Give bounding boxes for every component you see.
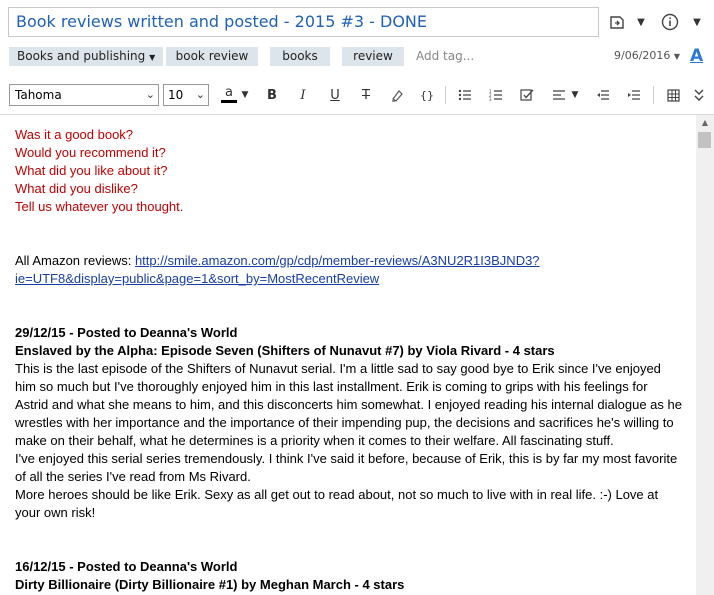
review-text-line: of all the series I've read from Ms Riva… xyxy=(15,469,251,484)
code-button[interactable]: {} xyxy=(418,86,436,104)
question-line: What did you like about it? xyxy=(15,163,168,178)
review-text-line: make on their behalf, what he determines… xyxy=(15,433,614,448)
chevron-down-icon: ▼ xyxy=(673,52,681,61)
scroll-thumb[interactable] xyxy=(698,132,711,148)
outdent-icon[interactable] xyxy=(594,86,612,104)
text-color-button[interactable]: a xyxy=(220,86,238,104)
font-family-value: Tahoma xyxy=(15,88,62,102)
chevron-down-icon: ⌄ xyxy=(195,88,205,101)
strikethrough-button[interactable]: T xyxy=(358,86,374,104)
amazon-label: All Amazon reviews: xyxy=(15,253,135,268)
svg-text:3: 3 xyxy=(489,97,492,101)
amazon-link-continued[interactable]: ie=UTF8&display=public&page=1&sort_by=Mo… xyxy=(15,271,379,286)
add-tag-input[interactable]: Add tag... xyxy=(416,49,474,63)
toolbar-divider xyxy=(653,86,654,104)
notebook-selector[interactable]: Books and publishing ▼ xyxy=(9,47,164,66)
review-text-line: wrestles with her importance and the imp… xyxy=(15,415,674,430)
question-line: Tell us whatever you thought. xyxy=(15,199,184,214)
tag-books[interactable]: books xyxy=(270,47,330,66)
chevron-down-icon: ▼ xyxy=(149,53,156,62)
amazon-reviews-line: All Amazon reviews: http://smile.amazon.… xyxy=(15,252,540,270)
question-line: What did you dislike? xyxy=(15,181,138,196)
indent-icon[interactable] xyxy=(625,86,643,104)
font-family-select[interactable]: Tahoma ⌄ xyxy=(9,84,159,106)
tag-review[interactable]: review xyxy=(342,47,404,66)
review-text-line: him so much but I've thoroughly enjoyed … xyxy=(15,379,648,394)
date-selector[interactable]: 9/06/2016 ▼ xyxy=(614,49,680,62)
date-label: 9/06/2016 xyxy=(614,49,671,62)
note-title-input[interactable]: Book reviews written and posted - 2015 #… xyxy=(8,7,599,37)
font-size-select[interactable]: 10 ⌄ xyxy=(163,84,209,106)
bold-button[interactable]: B xyxy=(264,86,280,104)
amazon-reviews-line-2: ie=UTF8&display=public&page=1&sort_by=Mo… xyxy=(15,270,379,288)
highlighter-icon[interactable] xyxy=(388,86,406,104)
checkbox-icon[interactable] xyxy=(518,86,536,104)
reminder-icon[interactable] xyxy=(606,12,628,32)
italic-button[interactable]: I xyxy=(295,86,311,104)
chevron-down-icon: ⌄ xyxy=(145,88,155,101)
more-icon[interactable]: ▼ xyxy=(690,12,704,32)
review-book-title: Enslaved by the Alpha: Episode Seven (Sh… xyxy=(15,343,555,358)
review-text-line: This is the last episode of the Shifters… xyxy=(15,361,661,376)
info-icon[interactable] xyxy=(659,12,681,32)
review-heading: 16/12/15 - Posted to Deanna's World xyxy=(15,559,238,574)
text-color-swatch xyxy=(221,100,237,103)
question-line: Was it a good book? xyxy=(15,127,134,142)
scroll-up-icon[interactable]: ▲ xyxy=(696,115,714,131)
reminder-dropdown-icon[interactable]: ▼ xyxy=(634,12,648,32)
tag-book-review[interactable]: book review xyxy=(166,47,258,66)
review-text-line: Astrid and what she means to him, and th… xyxy=(15,397,682,412)
review-text-line: your own risk! xyxy=(15,505,96,520)
align-dropdown-icon[interactable]: ▼ xyxy=(570,86,580,104)
amazon-link[interactable]: http://smile.amazon.com/gp/cdp/member-re… xyxy=(135,253,540,268)
format-toolbar: Tahoma ⌄ 10 ⌄ a ▼ B I U T {} 123 ▼ xyxy=(0,80,714,110)
review-heading: 29/12/15 - Posted to Deanna's World xyxy=(15,325,238,340)
font-settings-icon[interactable]: A xyxy=(690,46,703,66)
align-icon[interactable] xyxy=(550,86,568,104)
table-icon[interactable] xyxy=(664,86,682,104)
review-text-line: More heroes should be like Erik. Sexy as… xyxy=(15,487,659,502)
underline-button[interactable]: U xyxy=(327,86,343,104)
note-editor[interactable]: Was it a good book? Would you recommend … xyxy=(0,115,696,595)
title-bar: Book reviews written and posted - 2015 #… xyxy=(0,0,714,44)
font-size-value: 10 xyxy=(168,88,184,102)
text-color-label: a xyxy=(225,85,233,100)
bulleted-list-icon[interactable] xyxy=(456,86,474,104)
toolbar-divider xyxy=(445,86,446,104)
notebook-label: Books and publishing xyxy=(17,49,146,63)
vertical-scrollbar[interactable]: ▲ xyxy=(696,115,714,595)
numbered-list-icon[interactable]: 123 xyxy=(487,86,505,104)
expand-chevron-icon[interactable] xyxy=(692,86,706,104)
text-color-dropdown-icon[interactable]: ▼ xyxy=(240,86,250,104)
tag-bar: Books and publishing ▼ book review books… xyxy=(0,45,714,69)
review-book-title: Dirty Billionaire (Dirty Billionaire #1)… xyxy=(15,577,405,592)
question-line: Would you recommend it? xyxy=(15,145,166,160)
review-text-line: I've enjoyed this serial series tremendo… xyxy=(15,451,678,466)
